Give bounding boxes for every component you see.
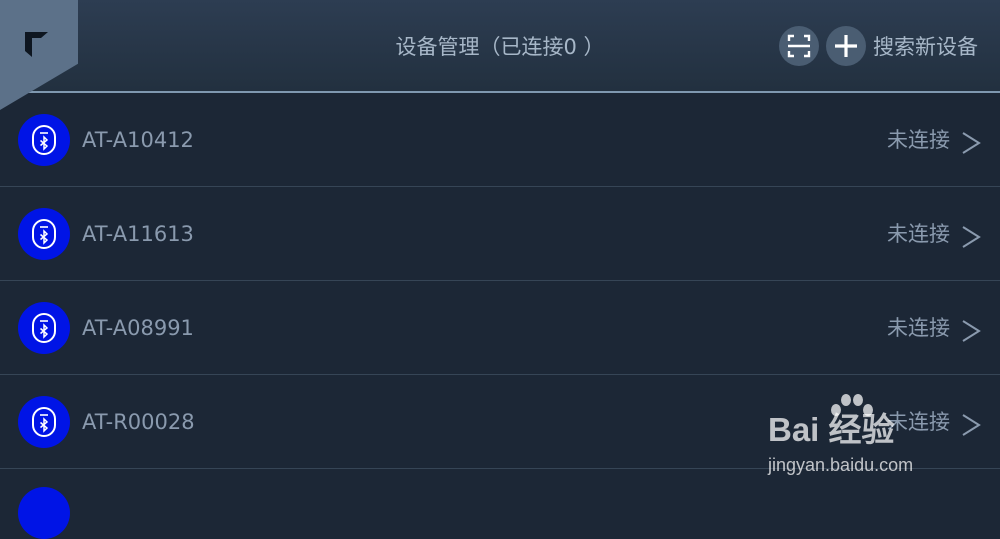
- device-row[interactable]: AT-A11613 未连接: [0, 187, 1000, 281]
- device-name: AT-A08991: [82, 316, 194, 340]
- top-bar: 设备管理（已连接0 ） 搜索新设备: [0, 0, 1000, 93]
- device-avatar: [18, 208, 70, 260]
- device-row[interactable]: AT-A10412 未连接: [0, 93, 1000, 187]
- device-row[interactable]: AT-A08991 未连接: [0, 281, 1000, 375]
- connection-status: 未连接: [887, 222, 950, 246]
- device-name: AT-R00028: [82, 410, 195, 434]
- device-avatar: [18, 302, 70, 354]
- scan-icon: [787, 34, 811, 58]
- device-name: AT-A10412: [82, 128, 194, 152]
- bluetooth-device-icon: [32, 407, 56, 437]
- connection-status: 未连接: [887, 410, 950, 434]
- device-row[interactable]: AT-R00028 未连接: [0, 375, 1000, 469]
- bluetooth-device-icon: [32, 219, 56, 249]
- plus-icon: [835, 35, 857, 57]
- bluetooth-device-icon: [32, 313, 56, 343]
- add-device-button[interactable]: [826, 26, 866, 66]
- chevron-right-icon: [962, 226, 981, 248]
- back-corner-icon: [25, 32, 48, 57]
- connection-status: 未连接: [887, 128, 950, 152]
- device-name: AT-A11613: [82, 222, 194, 246]
- device-list: AT-A10412 未连接 AT-A11613 未连接 AT-A08991 未连…: [0, 93, 1000, 469]
- chevron-right-icon: [962, 320, 981, 342]
- device-avatar-partial[interactable]: [18, 487, 70, 539]
- search-new-device-link[interactable]: 搜索新设备: [873, 32, 978, 62]
- device-avatar: [18, 396, 70, 448]
- chevron-right-icon: [962, 132, 981, 154]
- chevron-right-icon: [962, 414, 981, 436]
- scan-button[interactable]: [779, 26, 819, 66]
- device-avatar: [18, 114, 70, 166]
- connection-status: 未连接: [887, 316, 950, 340]
- bluetooth-device-icon: [32, 125, 56, 155]
